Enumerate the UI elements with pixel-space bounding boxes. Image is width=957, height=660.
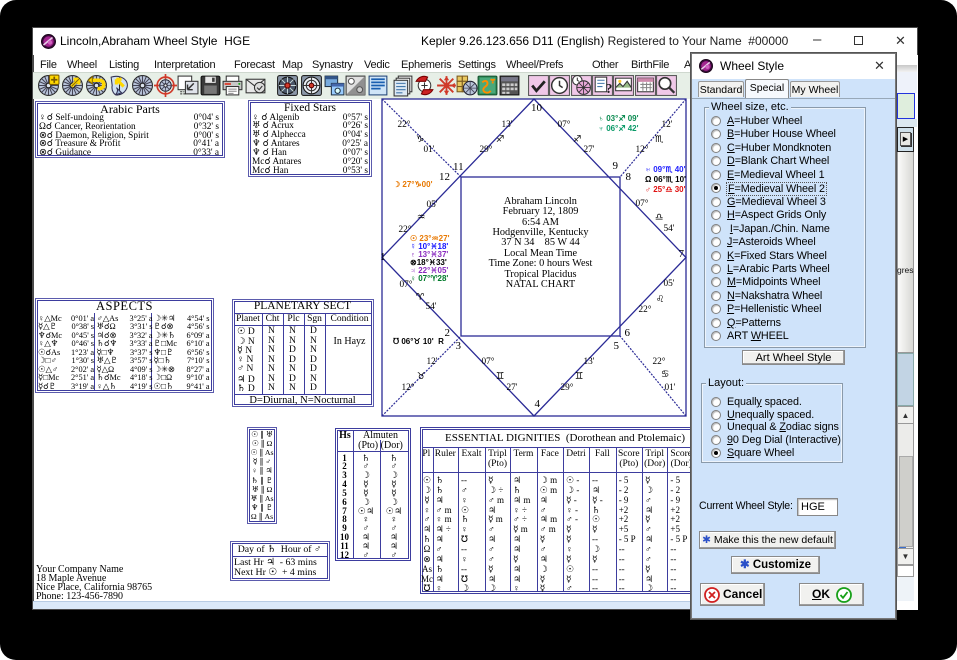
svg-text:?: ? xyxy=(605,81,612,96)
